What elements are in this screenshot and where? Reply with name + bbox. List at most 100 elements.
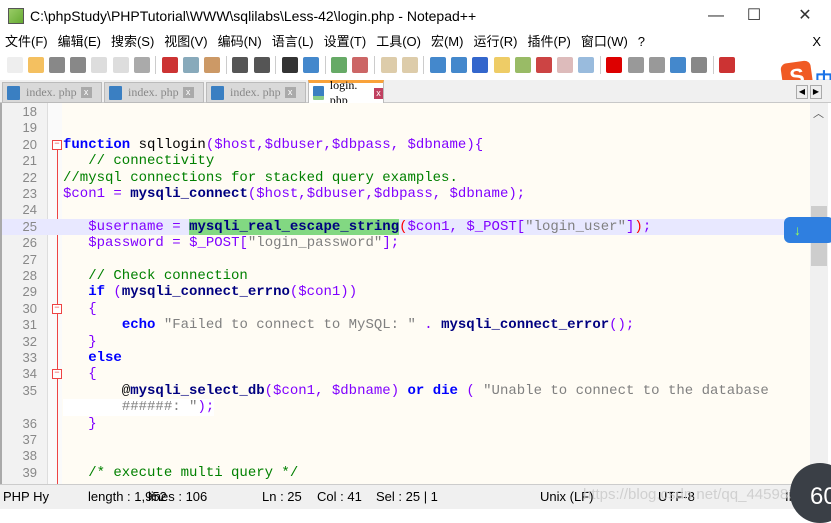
save-macro-icon[interactable] xyxy=(691,57,708,73)
function-list-icon[interactable] xyxy=(535,57,552,73)
monitor-icon[interactable] xyxy=(578,57,595,73)
sync-v-icon[interactable] xyxy=(380,57,397,73)
code-token: $host xyxy=(214,136,257,153)
close-tab-icon[interactable]: x xyxy=(182,87,194,98)
window-title: C:\phpStudy\PHPTutorial\WWW\sqlilabs\Les… xyxy=(30,8,477,24)
code-editor[interactable]: 18 19 20− function sqllogin($host,$dbuser,$… xyxy=(0,103,810,484)
line-number: 21 xyxy=(22,153,37,169)
vertical-scrollbar[interactable]: ︿ xyxy=(810,103,828,484)
open-file-icon[interactable] xyxy=(27,57,44,73)
code-token: $con1 xyxy=(273,382,316,399)
code-token: /* execute multi query */ xyxy=(63,464,299,481)
tab-file[interactable]: index. php x xyxy=(2,82,102,103)
close-tab-icon[interactable]: x xyxy=(373,87,383,99)
line-number: 19 xyxy=(22,120,37,136)
menu-item[interactable]: 搜索(S) xyxy=(111,32,154,52)
maximize-button[interactable]: ☐ xyxy=(731,0,777,32)
code-token: , xyxy=(256,136,265,153)
find-icon[interactable] xyxy=(281,57,298,73)
sync-h-icon[interactable] xyxy=(401,57,418,73)
menu-item[interactable]: 编辑(E) xyxy=(58,32,101,52)
code-token: mysqli_connect_errno xyxy=(121,284,290,301)
fold-minus-icon[interactable]: − xyxy=(52,369,62,380)
code-line: 31 echo "Failed to connect to MySQL: " .… xyxy=(2,317,810,333)
cut-icon[interactable] xyxy=(161,57,178,73)
spell-check-icon[interactable] xyxy=(719,57,736,73)
fold-minus-icon[interactable]: − xyxy=(52,303,62,314)
line-number: 23 xyxy=(22,186,37,201)
code-token: mysqli_connect_error xyxy=(441,317,610,334)
tab-scroll-left[interactable]: ◀ xyxy=(796,85,808,99)
code-token: ); xyxy=(508,186,526,202)
status-lines: lines : 106 xyxy=(148,489,208,504)
code-token: $_POST xyxy=(466,218,517,235)
close-all-icon[interactable] xyxy=(112,57,129,73)
menu-item[interactable]: 视图(V) xyxy=(164,32,207,52)
tab-active[interactable]: login. php x xyxy=(308,78,384,107)
close-button[interactable]: ✕ xyxy=(782,0,828,32)
new-file-icon[interactable] xyxy=(6,57,23,73)
show-all-chars-icon[interactable] xyxy=(451,57,468,73)
menu-item[interactable]: 设置(T) xyxy=(324,32,367,52)
menu-item[interactable]: ? xyxy=(638,32,645,52)
menu-item[interactable]: 语言(L) xyxy=(272,32,314,52)
code-token: // Check connection xyxy=(63,268,248,284)
line-number: 39 xyxy=(22,464,37,480)
code-token: ( xyxy=(247,186,257,202)
print-icon[interactable] xyxy=(133,57,150,73)
close-tab-icon[interactable]: x xyxy=(80,87,92,98)
scroll-up-icon[interactable]: ︿ xyxy=(813,105,824,121)
code-line: 22 //mysql connections for stacked query … xyxy=(2,170,810,186)
zoom-in-icon[interactable] xyxy=(331,57,348,73)
menu-item[interactable]: 窗口(W) xyxy=(581,32,628,52)
code-token: or xyxy=(407,382,425,399)
menu-item[interactable]: 工具(O) xyxy=(376,32,421,52)
code-line: 38 xyxy=(2,448,810,464)
record-macro-icon[interactable] xyxy=(606,57,623,73)
zoom-out-icon[interactable] xyxy=(352,57,369,73)
word-wrap-icon[interactable] xyxy=(429,57,446,73)
code-token: $dbname xyxy=(407,136,467,153)
menu-item[interactable]: 插件(P) xyxy=(528,32,571,52)
tab-file[interactable]: index. php x xyxy=(104,82,204,103)
code-token: ); xyxy=(197,399,215,416)
line-number: 22 xyxy=(22,169,37,185)
menu-item[interactable]: 宏(M) xyxy=(431,32,464,52)
code-token: $dbpass xyxy=(373,186,433,202)
menu-item[interactable]: 编码(N) xyxy=(218,32,262,52)
menu-item[interactable]: 运行(R) xyxy=(473,32,517,52)
paste-icon[interactable] xyxy=(204,57,221,73)
play-macro-icon[interactable] xyxy=(648,57,665,73)
code-text: function sqllogin($host,$dbuser,$dbpass,… xyxy=(63,137,483,153)
code-token: $dbname xyxy=(331,382,391,399)
close-tab-icon[interactable]: x xyxy=(284,87,296,98)
menu-item[interactable]: 文件(F) xyxy=(5,32,48,52)
tab-scroll-right[interactable]: ▶ xyxy=(810,85,822,99)
download-float-button[interactable]: ↓ xyxy=(784,217,831,243)
close-document-button[interactable]: X xyxy=(812,32,821,52)
save-all-icon[interactable] xyxy=(70,57,87,73)
folder-workspace-icon[interactable] xyxy=(557,57,574,73)
code-line: 25 $username = mysqli_real_escape_string… xyxy=(2,218,810,236)
fold-minus-icon[interactable]: − xyxy=(52,139,62,150)
undo-icon[interactable] xyxy=(232,57,249,73)
run-macro-multiple-icon[interactable] xyxy=(670,57,687,73)
close-icon[interactable] xyxy=(91,57,108,73)
udl-icon[interactable] xyxy=(493,57,510,73)
redo-icon[interactable] xyxy=(253,57,270,73)
code-token: function xyxy=(63,136,131,153)
doc-map-icon[interactable] xyxy=(514,57,531,73)
stop-record-icon[interactable] xyxy=(627,57,644,73)
replace-icon[interactable] xyxy=(303,57,320,73)
code-text: @mysqli_select_db($con1, $dbname) or die… xyxy=(63,383,769,399)
code-token: $password xyxy=(88,235,164,252)
code-text: { xyxy=(63,366,96,382)
code-token: , xyxy=(365,186,374,202)
code-line: 33 else xyxy=(2,350,810,366)
save-icon[interactable] xyxy=(48,57,65,73)
copy-icon[interactable] xyxy=(183,57,200,73)
code-token: $dbuser xyxy=(306,186,366,202)
indent-guide-icon[interactable] xyxy=(472,57,489,73)
tab-file[interactable]: index. php x xyxy=(206,82,306,103)
